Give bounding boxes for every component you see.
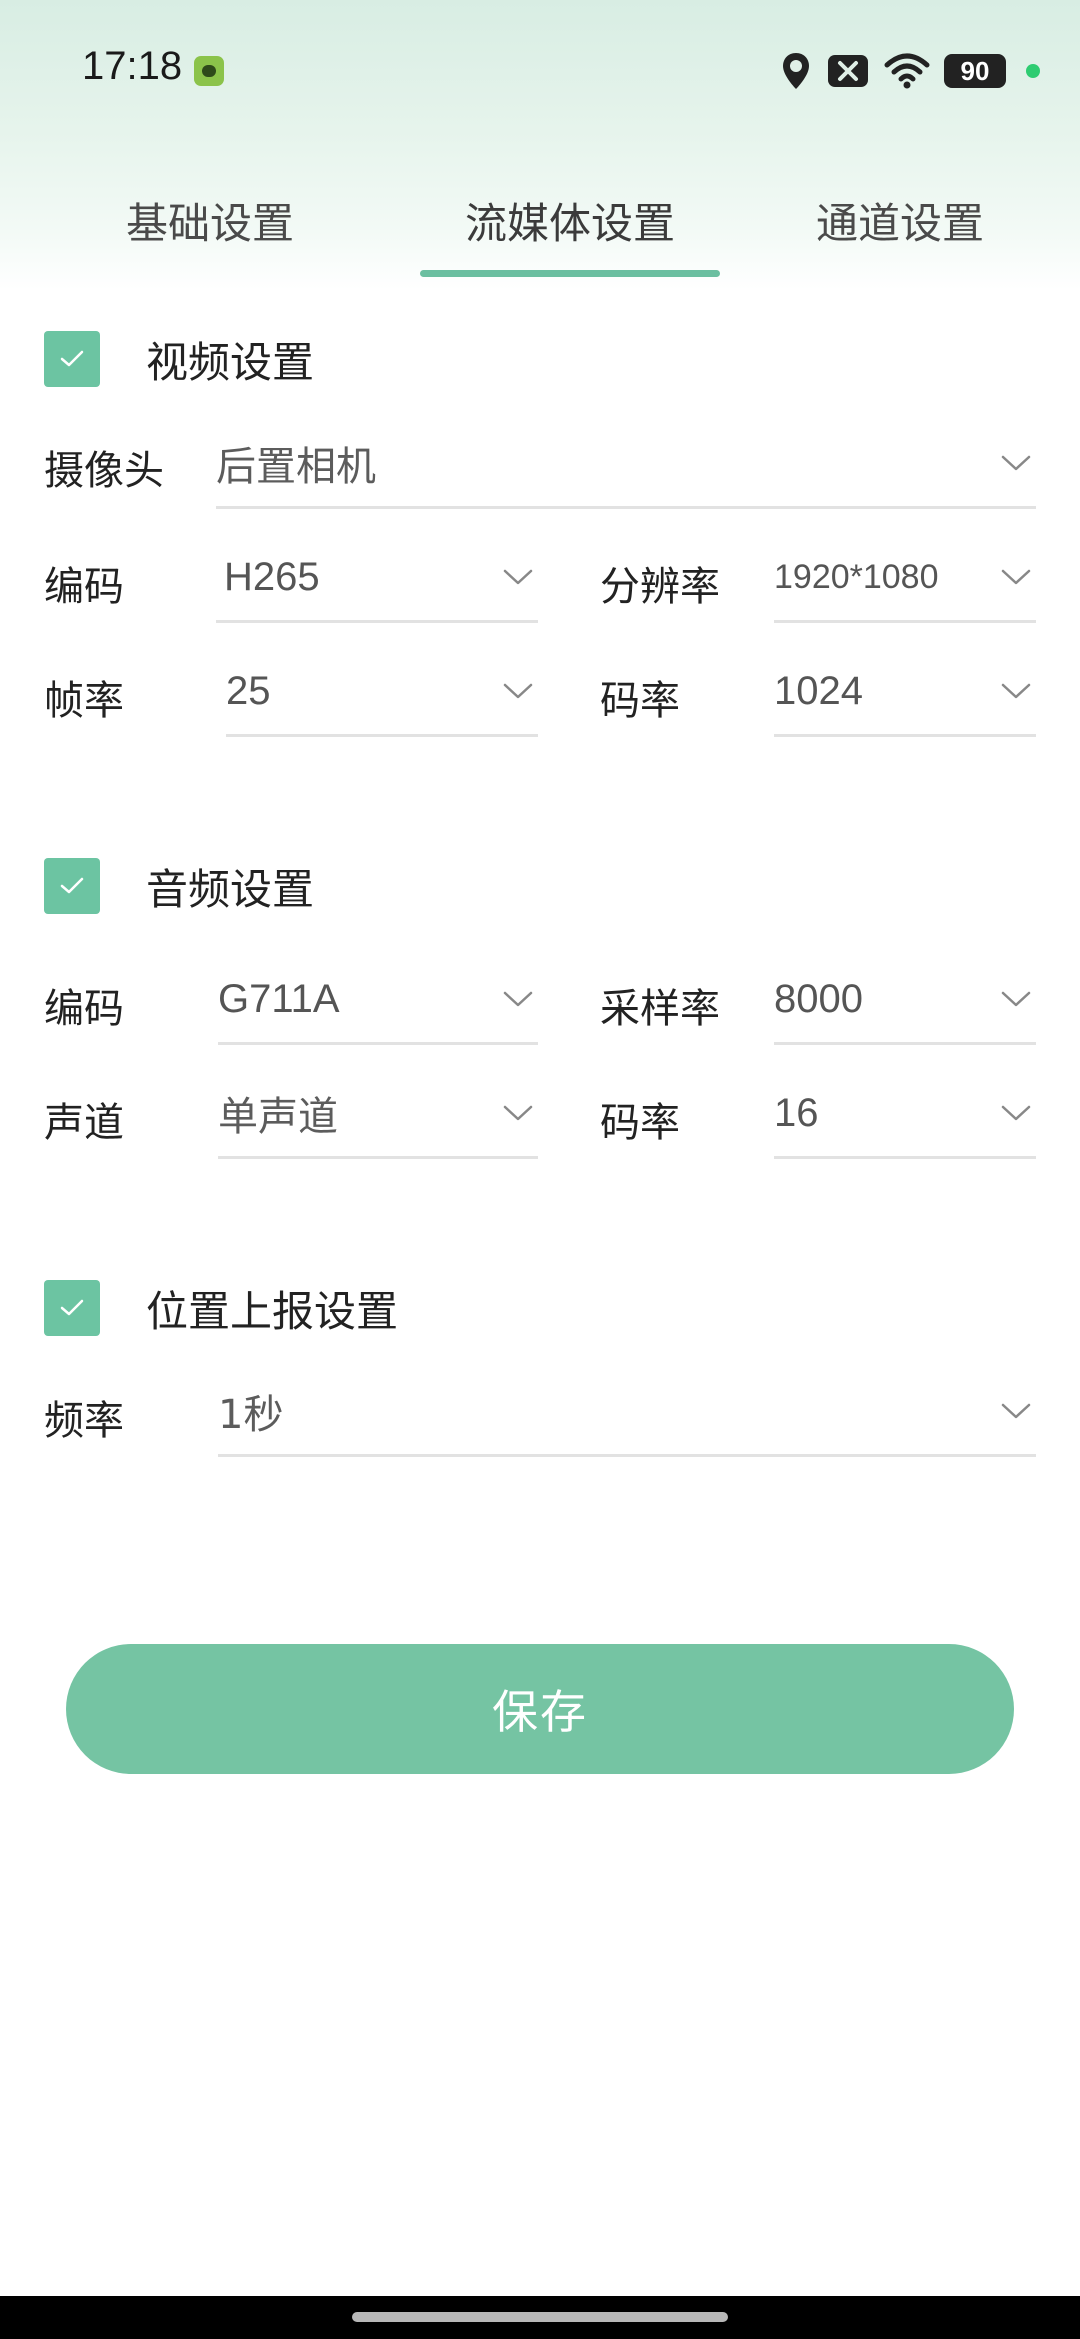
app-notification-icon <box>194 56 224 86</box>
audio-codec-label: 编码 <box>44 986 124 1032</box>
video-section-title: 视频设置 <box>146 337 315 387</box>
privacy-indicator-dot <box>1026 64 1040 78</box>
location-section-title: 位置上报设置 <box>146 1286 399 1336</box>
samplerate-label: 采样率 <box>600 986 720 1032</box>
framerate-label: 帧率 <box>44 678 124 724</box>
channel-label: 声道 <box>44 1100 124 1146</box>
battery-level: 90 <box>960 55 990 86</box>
check-icon <box>60 1299 84 1316</box>
tab-label: 通道设置 <box>815 198 984 248</box>
audio-bitrate-select[interactable]: 16 <box>774 1070 1036 1159</box>
tab-bar: 基础设置 流媒体设置 通道设置 <box>0 160 1080 280</box>
chevron-down-icon <box>1001 455 1031 471</box>
location-icon <box>783 53 809 89</box>
chevron-down-icon <box>503 569 533 585</box>
audio-bitrate-label: 码率 <box>600 1100 680 1146</box>
frequency-value: 1秒 <box>218 1392 284 1438</box>
chevron-down-icon <box>503 683 533 699</box>
camera-value: 后置相机 <box>216 444 376 490</box>
frequency-select[interactable]: 1秒 <box>218 1368 1036 1457</box>
chevron-down-icon <box>1001 991 1031 1007</box>
video-codec-select[interactable]: H265 <box>216 534 538 623</box>
resolution-value: 1920*1080 <box>774 557 939 596</box>
audio-bitrate-value: 16 <box>774 1090 819 1135</box>
chevron-down-icon <box>1001 1105 1031 1121</box>
audio-codec-value: G711A <box>218 976 340 1021</box>
resolution-select[interactable]: 1920*1080 <box>774 534 1036 623</box>
channel-select[interactable]: 单声道 <box>218 1070 538 1159</box>
chevron-down-icon <box>1001 1403 1031 1419</box>
video-codec-label: 编码 <box>44 564 124 610</box>
battery-icon: 90 <box>944 54 1006 88</box>
chevron-down-icon <box>1001 683 1031 699</box>
resolution-label: 分辨率 <box>600 564 720 610</box>
tab-basic-settings[interactable]: 基础设置 <box>40 160 380 280</box>
framerate-select[interactable]: 25 <box>226 648 538 737</box>
tab-streaming-settings[interactable]: 流媒体设置 <box>400 160 740 280</box>
samplerate-value: 8000 <box>774 976 863 1021</box>
save-button[interactable]: 保存 <box>66 1644 1014 1774</box>
video-bitrate-select[interactable]: 1024 <box>774 648 1036 737</box>
tab-label: 基础设置 <box>125 198 294 248</box>
channel-value: 单声道 <box>218 1094 338 1140</box>
audio-section-header: 音频设置 <box>44 851 314 921</box>
video-settings-checkbox[interactable] <box>44 331 100 387</box>
chevron-down-icon <box>1001 569 1031 585</box>
location-report-checkbox[interactable] <box>44 1280 100 1336</box>
status-bar: 17:18 90 <box>0 0 1080 140</box>
active-tab-indicator <box>420 270 720 277</box>
status-time: 17:18 <box>82 44 183 88</box>
video-bitrate-label: 码率 <box>600 678 680 724</box>
camera-label: 摄像头 <box>44 448 164 494</box>
audio-settings-checkbox[interactable] <box>44 858 100 914</box>
samplerate-select[interactable]: 8000 <box>774 956 1036 1045</box>
tab-label: 流媒体设置 <box>464 198 675 248</box>
audio-codec-select[interactable]: G711A <box>218 956 538 1045</box>
tab-channel-settings[interactable]: 通道设置 <box>730 160 1070 280</box>
save-button-label: 保存 <box>492 1685 588 1739</box>
video-codec-value: H265 <box>224 554 320 599</box>
audio-section-title: 音频设置 <box>146 864 315 914</box>
check-icon <box>60 877 84 894</box>
home-gesture-handle[interactable] <box>352 2312 728 2322</box>
check-icon <box>60 350 84 367</box>
frequency-label: 频率 <box>44 1398 124 1444</box>
no-sim-icon <box>828 55 868 87</box>
camera-select[interactable]: 后置相机 <box>216 420 1036 509</box>
location-section-header: 位置上报设置 <box>44 1273 398 1343</box>
chevron-down-icon <box>503 991 533 1007</box>
chevron-down-icon <box>503 1105 533 1121</box>
status-icons: 90 <box>780 48 1040 94</box>
framerate-value: 25 <box>226 668 271 713</box>
video-section-header: 视频设置 <box>44 324 314 394</box>
video-bitrate-value: 1024 <box>774 668 863 713</box>
wifi-icon <box>884 53 930 89</box>
